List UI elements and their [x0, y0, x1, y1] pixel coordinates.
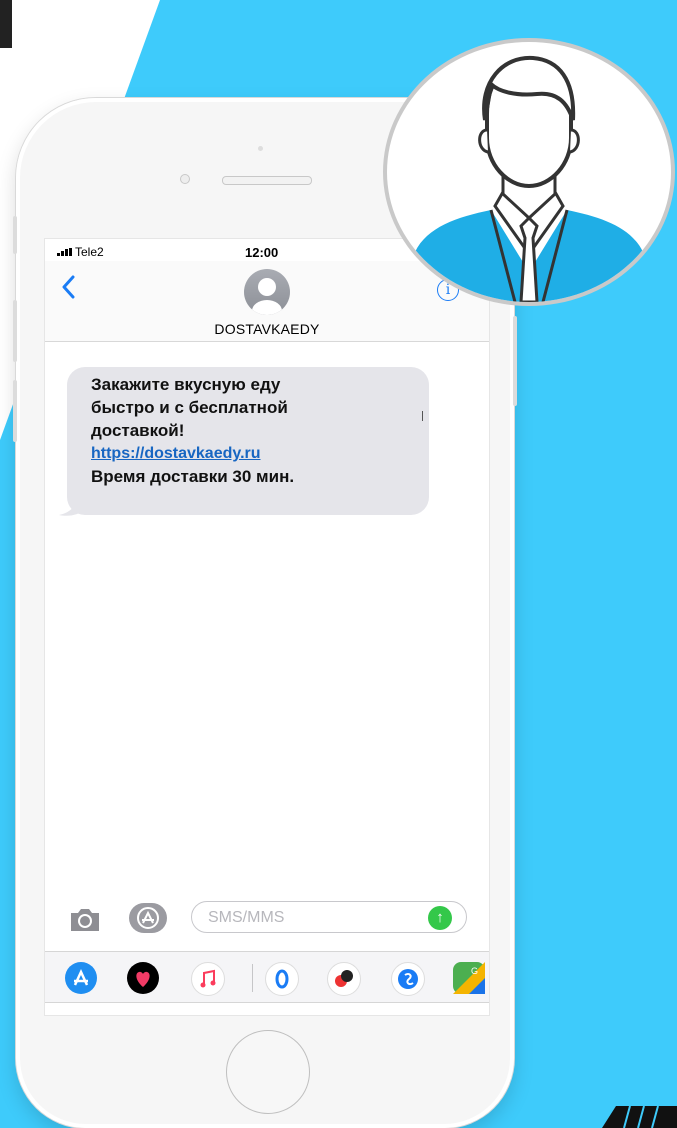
- contact-name[interactable]: DOSTAVKAEDY: [45, 321, 489, 337]
- sms-input[interactable]: SMS/MMS: [191, 901, 467, 933]
- sensor-dot: [258, 146, 263, 151]
- message-line: быстро и с бесплатной: [91, 398, 288, 417]
- corner-block: [0, 0, 12, 48]
- text-cursor: [422, 411, 423, 421]
- message-link[interactable]: https://dostavkaedy.ru: [91, 442, 391, 465]
- maps-icon[interactable]: G: [453, 962, 485, 994]
- businessman-icon: [399, 55, 659, 302]
- camera-icon[interactable]: [69, 905, 101, 933]
- music-icon[interactable]: [191, 962, 225, 996]
- message-line: Время доставки 30 мин.: [91, 467, 295, 486]
- drawer-separator: [252, 964, 253, 992]
- user-avatar-icon: [383, 38, 675, 306]
- person-silhouette-icon: [252, 278, 282, 315]
- heart-icon[interactable]: [127, 962, 159, 994]
- messages-screen: Tele2 12:00 DOSTAVKAEDY i Закажите вкусн…: [44, 238, 490, 1016]
- power-button: [513, 316, 517, 406]
- signal-icon: [57, 248, 72, 256]
- front-camera: [180, 174, 190, 184]
- volume-up-button: [13, 300, 17, 362]
- compose-bar: SMS/MMS ↑: [45, 899, 489, 943]
- message-line: Закажите вкусную еду: [91, 375, 281, 394]
- carrier-label: Tele2: [75, 245, 104, 259]
- clock: 12:00: [245, 245, 279, 260]
- svg-text:G: G: [471, 966, 478, 976]
- translate-icon[interactable]: [327, 962, 361, 996]
- stripes-decoration: [602, 1105, 677, 1128]
- volume-down-button: [13, 380, 17, 442]
- shazam-icon[interactable]: [391, 962, 425, 996]
- message-line: доставкой!: [91, 421, 185, 440]
- app-store-icon[interactable]: [129, 903, 167, 933]
- conversation-header: DOSTAVKAEDY i: [45, 261, 489, 342]
- app-store-icon[interactable]: [65, 962, 97, 994]
- home-button[interactable]: [226, 1030, 310, 1114]
- earpiece-speaker: [222, 176, 312, 185]
- message-text: Закажите вкусную еду быстро и с бесплатн…: [91, 373, 391, 488]
- ok-icon[interactable]: [265, 962, 299, 996]
- back-icon[interactable]: [61, 275, 75, 299]
- send-icon[interactable]: ↑: [428, 906, 452, 930]
- app-drawer: G: [45, 951, 489, 1003]
- contact-avatar[interactable]: [244, 269, 290, 315]
- mute-switch: [13, 216, 17, 254]
